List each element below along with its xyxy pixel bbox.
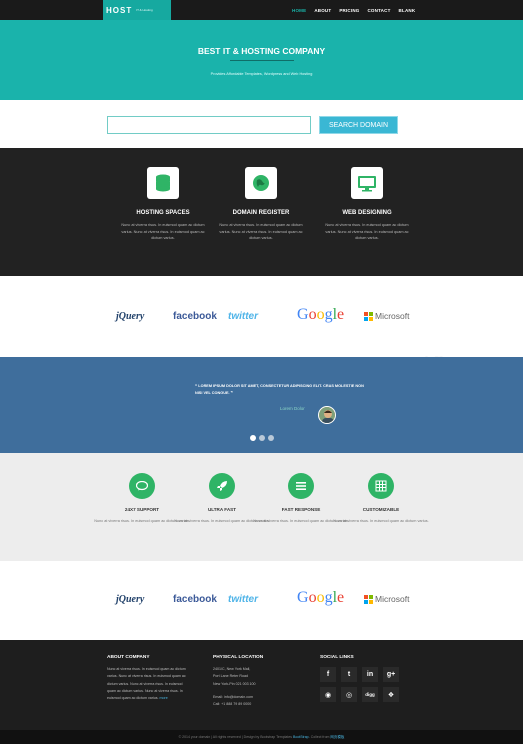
service-text: Nunc at viverra risus. In euismod quam a…	[121, 223, 205, 240]
grid-icon	[368, 473, 394, 499]
feature-text: Nunc at viverra risus. In euismod quam a…	[333, 519, 429, 523]
service-domain: DOMAIN REGISTER Nunc at viverra risus. I…	[213, 167, 309, 242]
footer-about-title: ABOUT COMPANY	[107, 655, 150, 660]
linkedin-icon[interactable]: in	[362, 667, 378, 682]
google-logo: Google	[297, 589, 345, 606]
microsoft-logo: Microsoft	[364, 594, 409, 604]
twitter-logo: twitter	[228, 594, 258, 605]
footer-social: SOCIAL LINKS f t in g+ ◉ ◎ digg ❖	[320, 655, 430, 702]
carousel-dot[interactable]	[259, 435, 265, 441]
github-icon[interactable]: ◉	[320, 687, 336, 702]
hero-title: BEST IT & HOSTING COMPANY	[197, 46, 326, 56]
testimonial-author: Lorem Dolor	[280, 406, 305, 411]
hero-banner: BEST IT & HOSTING COMPANY Provides Affor…	[0, 20, 523, 100]
site-logo[interactable]: HOST IT & Hosting	[103, 0, 171, 20]
service-text: Nunc at viverra risus. In euismod quam a…	[219, 223, 303, 240]
service-webdesign: WEB DESIGNING Nunc at viverra risus. In …	[319, 167, 415, 242]
site-footer: ABOUT COMPANY Nunc at viverra risus. In …	[0, 640, 523, 730]
facebook-logo: facebook	[173, 594, 217, 605]
footer-address: 2401/C, New York Mall, Port Lane Reter R…	[213, 666, 303, 708]
hero-subtitle: Provides Affordable Templates, Wordpress…	[210, 72, 313, 76]
microsoft-label: Microsoft	[375, 311, 410, 321]
globe-icon	[245, 167, 277, 199]
footer-call: Call: +1 888 79 89 0000	[213, 702, 252, 707]
footer-more-link[interactable]: more	[160, 696, 168, 700]
microsoft-grid-icon	[364, 594, 373, 604]
jquery-logo: jQuery	[116, 594, 145, 605]
copyright-bar: © 2014 your domain | All rights reserved…	[0, 730, 523, 744]
brand-logos-top: jQuery facebook twitter Google Microsoft	[0, 276, 523, 356]
carousel-dot[interactable]	[250, 435, 256, 441]
copyright-trail: - Collect from	[308, 735, 330, 739]
service-hosting: HOSTING SPACES Nunc at viverra risus. In…	[115, 167, 211, 242]
microsoft-grid-icon	[364, 311, 373, 321]
footer-email: Email: info@domain.com	[213, 694, 253, 699]
copyright-text: © 2014 your domain | All rights reserved…	[178, 735, 293, 739]
nav-item-about[interactable]: ABOUT	[314, 8, 331, 13]
carousel-dot[interactable]	[268, 435, 274, 441]
footer-about: ABOUT COMPANY Nunc at viverra risus. In …	[107, 655, 192, 702]
list-icon	[288, 473, 314, 499]
feature-customizable: CUSTOMIZABLE Nunc at viverra risus. In e…	[333, 473, 429, 525]
testimonial-section: ❝ LOREM IPSUM DOLOR SIT AMET, CONSECTETU…	[0, 357, 523, 453]
carousel-dots	[250, 435, 274, 441]
footer-location: PHYSICAL LOCATION 2401/C, New York Mall,…	[213, 655, 303, 708]
twitter-logo: twitter	[228, 311, 258, 322]
address-line: 2401/C, New York Mall,	[213, 667, 251, 671]
address-line: New York-Pin 021 003 100	[213, 681, 256, 686]
microsoft-label: Microsoft	[375, 594, 410, 604]
twitter-icon[interactable]: t	[341, 667, 357, 682]
service-title: HOSTING SPACES	[136, 210, 190, 216]
nav-item-home[interactable]: HOME	[292, 8, 306, 13]
rocket-icon	[209, 473, 235, 499]
monitor-icon	[351, 167, 383, 199]
domain-search-input[interactable]	[107, 116, 311, 134]
service-title: DOMAIN REGISTER	[232, 210, 290, 216]
testimonial-quote: ❝ LOREM IPSUM DOLOR SIT AMET, CONSECTETU…	[195, 384, 364, 395]
feature-title: CUSTOMIZABLE	[362, 507, 400, 512]
database-icon	[147, 167, 179, 199]
service-title: WEB DESIGNING	[342, 210, 392, 216]
services-section: HOSTING SPACES Nunc at viverra risus. In…	[0, 148, 523, 276]
footer-social-title: SOCIAL LINKS	[320, 655, 354, 660]
jquery-logo: jQuery	[116, 311, 145, 322]
nav-item-pricing[interactable]: PRICING	[339, 8, 359, 13]
footer-location-title: PHYSICAL LOCATION	[213, 655, 264, 660]
service-text: Nunc at viverra risus. In euismod quam a…	[325, 223, 409, 240]
footer-about-text: Nunc at viverra risus. In euismod quam a…	[107, 666, 192, 702]
nav-item-contact[interactable]: CONTACT	[367, 8, 390, 13]
nav-item-blank[interactable]: BLANK	[399, 8, 416, 13]
logo-tagline: IT & Hosting	[136, 8, 153, 12]
avatar	[318, 406, 336, 424]
hero-divider	[230, 60, 294, 61]
logo-text: HOST	[106, 5, 133, 15]
main-nav: HOME ABOUT PRICING CONTACT BLANK	[292, 0, 415, 20]
facebook-logo: facebook	[173, 311, 217, 322]
footer-about-body: Nunc at viverra risus. In euismod quam a…	[107, 667, 186, 701]
copyright-link[interactable]: BootStrap	[293, 735, 309, 739]
features-section: 24X7 SUPPORT Nunc at viverra risus. In e…	[0, 453, 523, 561]
brand-logos-bottom: jQuery facebook twitter Google Microsoft	[0, 561, 523, 641]
google-plus-icon[interactable]: g+	[383, 667, 399, 682]
dribbble-icon[interactable]: ◎	[341, 687, 357, 702]
dropbox-icon[interactable]: ❖	[383, 687, 399, 702]
chat-icon	[129, 473, 155, 499]
copyright-link-2[interactable]: 网页模板	[330, 735, 344, 740]
top-navbar: HOST IT & Hosting HOME ABOUT PRICING CON…	[0, 0, 523, 20]
social-links: f t in g+ ◉ ◎ digg ❖	[320, 667, 430, 702]
google-logo: Google	[297, 306, 345, 323]
facebook-icon[interactable]: f	[320, 667, 336, 682]
search-domain-button[interactable]: SEARCH DOMAIN	[319, 116, 398, 134]
address-line: Port Lane Reter Road	[213, 674, 248, 679]
microsoft-logo: Microsoft	[364, 311, 409, 321]
testimonial-quote-text: LOREM IPSUM DOLOR SIT AMET, CONSECTETUR …	[195, 384, 364, 395]
domain-search: SEARCH DOMAIN	[0, 100, 523, 148]
digg-icon[interactable]: digg	[362, 687, 378, 702]
